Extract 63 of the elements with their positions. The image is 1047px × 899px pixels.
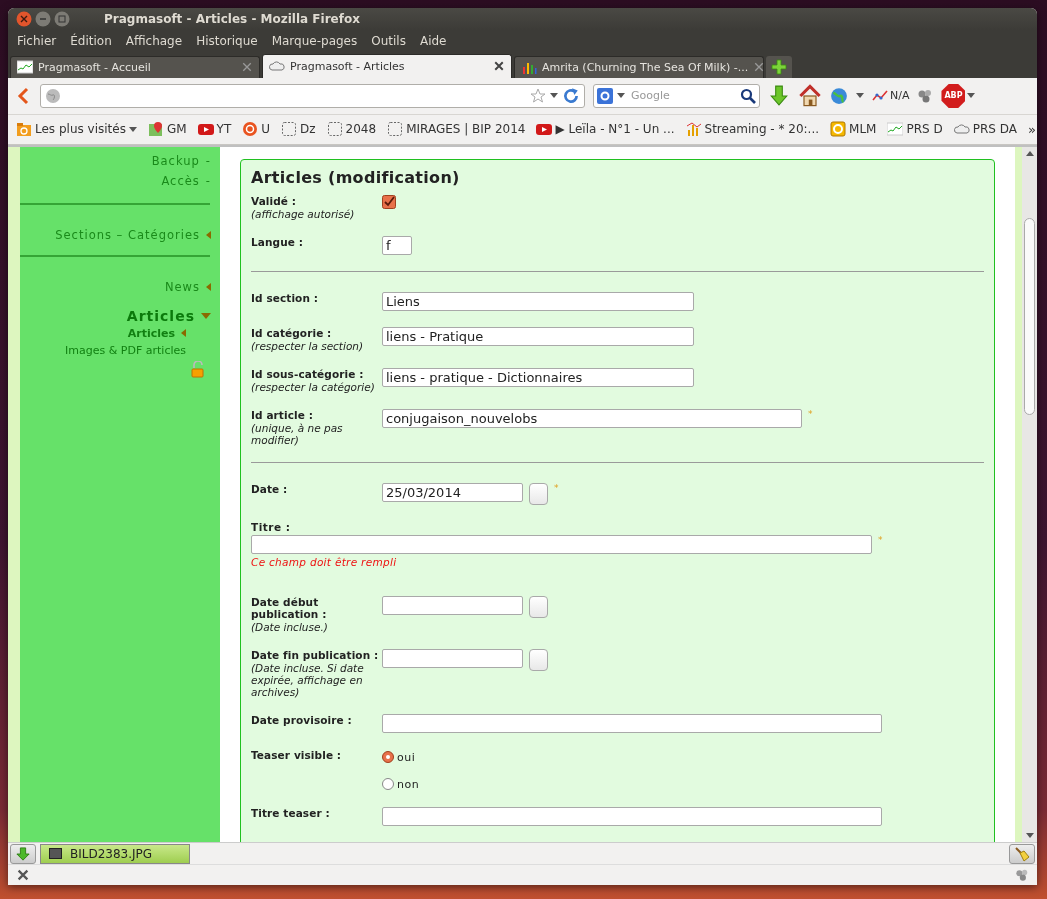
form-title: Articles (modification) [251,167,461,187]
menu-item[interactable]: Outils [364,33,413,48]
menu-item[interactable]: Marque-pages [264,33,365,48]
bookmark[interactable]: ▶ Leïla - N°1 - Un ... [555,122,675,137]
field-hint: (respecter la section) [251,339,365,352]
field-label: Date début publication : [251,595,328,620]
bookmark[interactable]: MIRAGES | BIP 2014 [406,122,526,137]
window-title: Pragmasoft - Articles - Mozilla Firefox [104,12,360,26]
text-field[interactable]: liens - Pratique [382,326,694,346]
field-hint: (unique, à ne pas modifier) [251,421,344,446]
required-mark: * [808,408,813,419]
menu-item[interactable]: Édition [63,33,119,48]
field-label: Titre teaser : [251,806,331,819]
status-text: N/A [890,89,910,103]
bookmark[interactable]: YT [216,122,232,137]
error-message: Ce champ doit être rempli [251,555,398,568]
field-label: Langue : [251,235,305,248]
browser-tab[interactable]: Pragmasoft - Articles [262,53,512,78]
browser-tab[interactable]: Pragmasoft - Accueil [10,55,260,78]
field-label: Titre : [251,520,292,533]
bookmark[interactable]: GM [166,122,187,137]
field-hint: (respecter la catégorie) [251,380,376,393]
radio-label: oui [397,750,416,764]
required-mark: * [554,482,559,493]
field-hint: (affichage autorisé) [251,207,356,220]
field-label: Teaser visible : [251,748,343,761]
menu-item[interactable]: Fichier [10,33,64,48]
field-hint: (Date incluse.) [251,620,329,633]
browser-tab[interactable]: Amrita (Churning The Sea Of Milk) -... [514,55,764,78]
bookmark[interactable]: 2048 [345,122,377,137]
field-label: Id article : [251,408,314,421]
bookmark[interactable]: MLM [849,122,877,137]
menu-item[interactable]: Historique [189,33,265,48]
field-label: Id section : [251,291,320,304]
download-item[interactable]: BILD2383.JPG [40,843,190,864]
bookmark[interactable]: U [261,122,271,137]
field-hint: (Date incluse. Si date expirée, affichage en archives) [251,661,365,698]
text-field[interactable]: Liens [382,291,694,311]
text-field[interactable]: f [382,235,412,255]
date-field[interactable]: 25/03/2014 [382,482,523,502]
link-dash: - [205,153,211,168]
field-label: Date : [251,482,289,495]
more-bookmarks[interactable]: » [1027,121,1036,137]
menu-item[interactable]: Affichage [118,33,190,48]
text-field[interactable]: liens - pratique - Dictionnaires [382,367,694,387]
radio-label: non [397,777,420,791]
search-input[interactable]: Google [629,88,736,104]
bookmark[interactable]: PRS DA [972,122,1017,137]
bookmark[interactable]: PRS D [906,122,943,137]
bookmark[interactable]: Les plus visités [35,122,126,137]
required-mark: * [878,534,883,545]
search-field[interactable]: Google [593,83,760,108]
field-label: Validé : [251,194,298,207]
bookmark[interactable]: Streaming - * 20:... [704,122,820,137]
field-label: Date provisoire : [251,713,353,726]
field-label: Id sous-catégorie : [251,367,365,380]
link-dash: - [205,173,211,188]
bookmark[interactable]: Dz [300,122,316,137]
adblock-button[interactable]: ABP [941,83,966,108]
text-field[interactable]: conjugaison_nouvelobs [382,408,802,428]
field-label: Date fin publication : [251,648,380,661]
field-label: Id catégorie : [251,326,333,339]
menu-item[interactable]: Aide [412,33,454,48]
